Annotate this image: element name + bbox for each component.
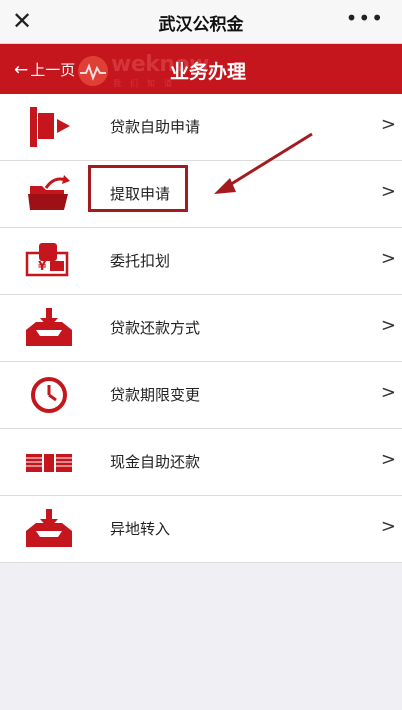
chevron-right-icon: > [380, 181, 396, 202]
menu-item-cash-repayment[interactable]: 现金自助还款 > [0, 429, 402, 496]
clock-icon [31, 377, 67, 413]
menu-item-term-change[interactable]: 贷款期限变更 > [0, 362, 402, 429]
menu-item-entrusted-deduction[interactable]: ¥ 委托扣划 > [0, 228, 402, 295]
menu-item-loan-apply[interactable]: 贷款自助申请 > [0, 94, 402, 161]
arrow-left-icon: ← [14, 60, 29, 80]
title-bar: ✕ 武汉公积金 ••• [0, 0, 402, 44]
highlight-box [88, 165, 188, 212]
menu-item-label: 贷款自助申请 [110, 118, 201, 136]
svg-text:¥: ¥ [38, 259, 47, 273]
menu-item-transfer-in[interactable]: 异地转入 > [0, 496, 402, 563]
chevron-right-icon: > [380, 315, 396, 336]
menu-item-repayment-method[interactable]: 贷款还款方式 > [0, 295, 402, 362]
more-icon[interactable]: ••• [346, 6, 384, 30]
chevron-right-icon: > [380, 248, 396, 269]
chevron-right-icon: > [380, 449, 396, 470]
page-header: ← 上一页 weknow 我们知道 业务办理 [0, 44, 402, 94]
back-button[interactable]: ← 上一页 [14, 59, 75, 80]
menu-item-label: 委托扣划 [110, 252, 171, 270]
chevron-right-icon: > [380, 382, 396, 403]
tray-download-icon [26, 308, 72, 346]
menu-item-label: 异地转入 [110, 520, 171, 538]
menu-item-label: 现金自助还款 [110, 453, 201, 471]
tray-download-icon [26, 509, 72, 547]
menu-item-label: 贷款还款方式 [110, 319, 201, 337]
menu-item-withdraw-apply[interactable]: 提取申请 > [0, 161, 402, 228]
back-label: 上一页 [30, 61, 76, 79]
folder-withdraw-icon [28, 175, 70, 210]
watermark-circle-icon [78, 56, 108, 86]
hand-yuan-icon: ¥ [25, 243, 69, 277]
chevron-right-icon: > [380, 516, 396, 537]
service-menu: 贷款自助申请 > 提取申请 > ¥ 委托扣划 > 贷款还款方式 > 贷款期限变更… [0, 94, 402, 563]
menu-item-label: 贷款期限变更 [110, 386, 201, 404]
cash-stack-icon [26, 452, 72, 474]
window-title: 武汉公积金 [158, 15, 244, 35]
flag-icon [30, 107, 70, 147]
chevron-right-icon: > [380, 114, 396, 135]
page-title: 业务办理 [170, 61, 247, 83]
